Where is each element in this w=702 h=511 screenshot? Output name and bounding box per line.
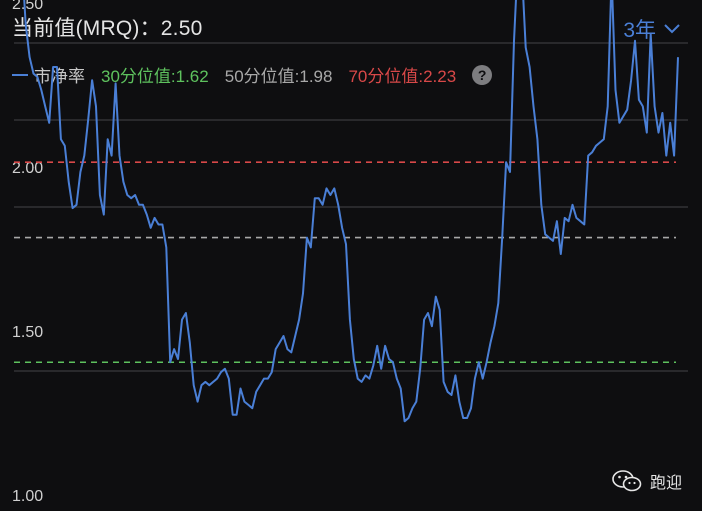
y-tick-label: 1.50: [12, 324, 43, 341]
y-axis-ticks: 3.002.502.001.501.00: [12, 0, 43, 505]
y-tick-label: 2.50: [12, 0, 43, 13]
wechat-icon: [612, 470, 642, 492]
series-layer: [23, 0, 679, 423]
watermark: 跑迎: [612, 469, 682, 493]
series-line: [23, 0, 679, 423]
watermark-text: 跑迎: [649, 475, 682, 492]
reference-lines: [14, 161, 676, 364]
y-tick-label: 1.00: [12, 488, 43, 505]
pb-ratio-chart: 3.002.502.001.501.00: [12, 0, 688, 505]
